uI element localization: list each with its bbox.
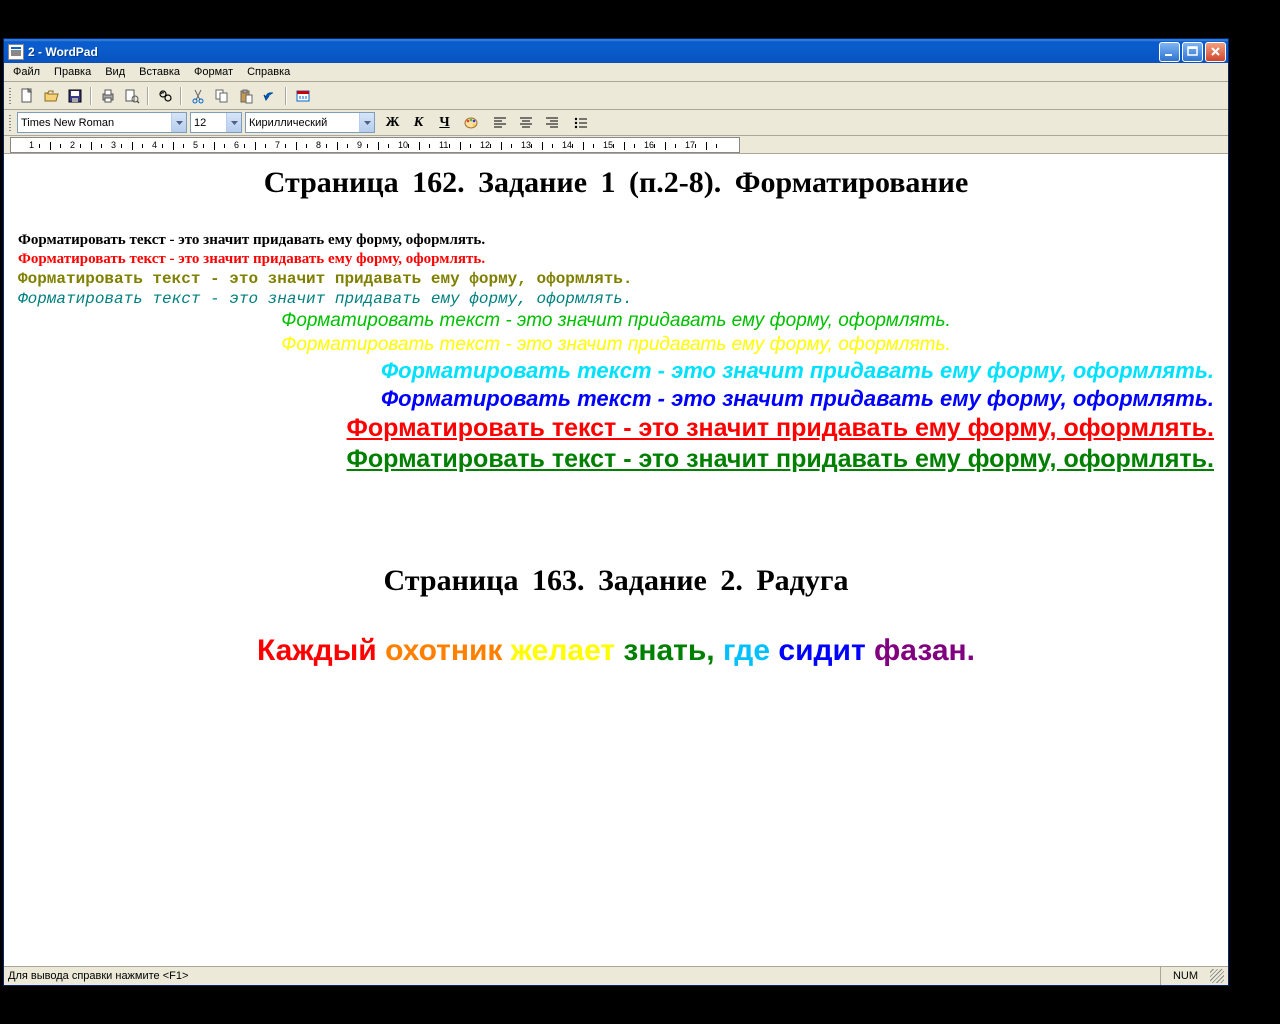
text-line-1: Форматировать текст - это значит придава…	[18, 232, 1214, 249]
open-button[interactable]	[39, 85, 62, 107]
print-button[interactable]	[96, 85, 119, 107]
toolbar-separator	[283, 85, 289, 107]
heading-1: Страница 162. Задание 1 (п.2-8). Формати…	[18, 166, 1214, 200]
format-toolbar: Times New Roman 12 Кириллический Ж К Ч	[4, 110, 1228, 136]
save-button[interactable]	[63, 85, 86, 107]
rainbow-word-2: охотник	[385, 634, 502, 667]
text-line-2: Форматировать текст - это значит придава…	[18, 251, 1214, 268]
menu-format[interactable]: Формат	[187, 64, 240, 80]
dropdown-arrow-icon[interactable]	[171, 113, 186, 132]
app-icon	[8, 44, 24, 60]
paste-button[interactable]	[234, 85, 257, 107]
minimize-button[interactable]	[1159, 42, 1180, 62]
charset-combo[interactable]: Кириллический	[245, 112, 375, 133]
text-line-5: Форматировать текст - это значит придава…	[18, 310, 1214, 332]
cut-button[interactable]	[186, 85, 209, 107]
text-line-4: Форматировать текст - это значит придава…	[18, 290, 1214, 308]
text-line-10: Форматировать текст - это значит придава…	[18, 445, 1214, 474]
window-title: 2 - WordPad	[28, 45, 98, 59]
rainbow-word-6: сидит	[778, 634, 865, 667]
rainbow-word-4: знать,	[623, 634, 714, 667]
color-button[interactable]	[459, 112, 482, 134]
status-num: NUM	[1160, 967, 1210, 985]
dropdown-arrow-icon[interactable]	[226, 113, 241, 132]
close-button[interactable]	[1205, 42, 1226, 62]
statusbar: Для вывода справки нажмите <F1> NUM	[4, 966, 1228, 985]
new-button[interactable]	[15, 85, 38, 107]
bold-button[interactable]: Ж	[381, 112, 404, 134]
app-window: 2 - WordPad Файл Правка Вид Вставка Форм…	[3, 38, 1229, 986]
text-line-7: Форматировать текст - это значит придава…	[18, 358, 1214, 384]
bullets-button[interactable]	[569, 112, 592, 134]
charset-value: Кириллический	[249, 117, 327, 129]
toolbar-separator	[178, 85, 184, 107]
rainbow-word-5: где	[723, 634, 770, 667]
toolbar-separator	[88, 85, 94, 107]
maximize-button[interactable]	[1182, 42, 1203, 62]
menu-help[interactable]: Справка	[240, 64, 297, 80]
align-right-button[interactable]	[540, 112, 563, 134]
ruler[interactable]: 1234567891011121314151617	[4, 136, 1228, 154]
menu-edit[interactable]: Правка	[47, 64, 98, 80]
text-line-3: Форматировать текст - это значит придава…	[18, 270, 1214, 288]
rainbow-sentence: Каждый охотник желает знать, где сидит ф…	[18, 634, 1214, 668]
document-area[interactable]: Страница 162. Задание 1 (п.2-8). Формати…	[4, 154, 1228, 966]
rainbow-word-7: фазан.	[874, 634, 975, 667]
dropdown-arrow-icon[interactable]	[359, 113, 374, 132]
heading-2: Страница 163. Задание 2. Радуга	[18, 564, 1214, 598]
underline-button[interactable]: Ч	[433, 112, 456, 134]
menubar: Файл Правка Вид Вставка Формат Справка	[4, 63, 1228, 82]
copy-button[interactable]	[210, 85, 233, 107]
titlebar[interactable]: 2 - WordPad	[4, 39, 1228, 63]
text-line-9: Форматировать текст - это значит придава…	[18, 414, 1214, 443]
standard-toolbar	[4, 82, 1228, 110]
rainbow-word-1: Каждый	[257, 634, 377, 667]
italic-button[interactable]: К	[407, 112, 430, 134]
status-hint: Для вывода справки нажмите <F1>	[8, 970, 188, 982]
align-left-button[interactable]	[488, 112, 511, 134]
menu-insert[interactable]: Вставка	[132, 64, 187, 80]
font-name-combo[interactable]: Times New Roman	[17, 112, 187, 133]
resize-grip-icon[interactable]	[1210, 969, 1224, 983]
text-line-6: Форматировать текст - это значит придава…	[18, 334, 1214, 356]
toolbar-separator	[145, 85, 151, 107]
font-size-combo[interactable]: 12	[190, 112, 242, 133]
toolbar-grip[interactable]	[8, 112, 14, 134]
font-name-value: Times New Roman	[21, 117, 114, 129]
menu-file[interactable]: Файл	[6, 64, 47, 80]
toolbar-grip[interactable]	[8, 85, 14, 107]
text-line-8: Форматировать текст - это значит придава…	[18, 386, 1214, 412]
rainbow-word-3: желает	[511, 634, 615, 667]
print-preview-button[interactable]	[120, 85, 143, 107]
font-size-value: 12	[194, 117, 206, 129]
datetime-button[interactable]	[291, 85, 314, 107]
align-center-button[interactable]	[514, 112, 537, 134]
undo-button[interactable]	[258, 85, 281, 107]
find-button[interactable]	[153, 85, 176, 107]
menu-view[interactable]: Вид	[98, 64, 132, 80]
